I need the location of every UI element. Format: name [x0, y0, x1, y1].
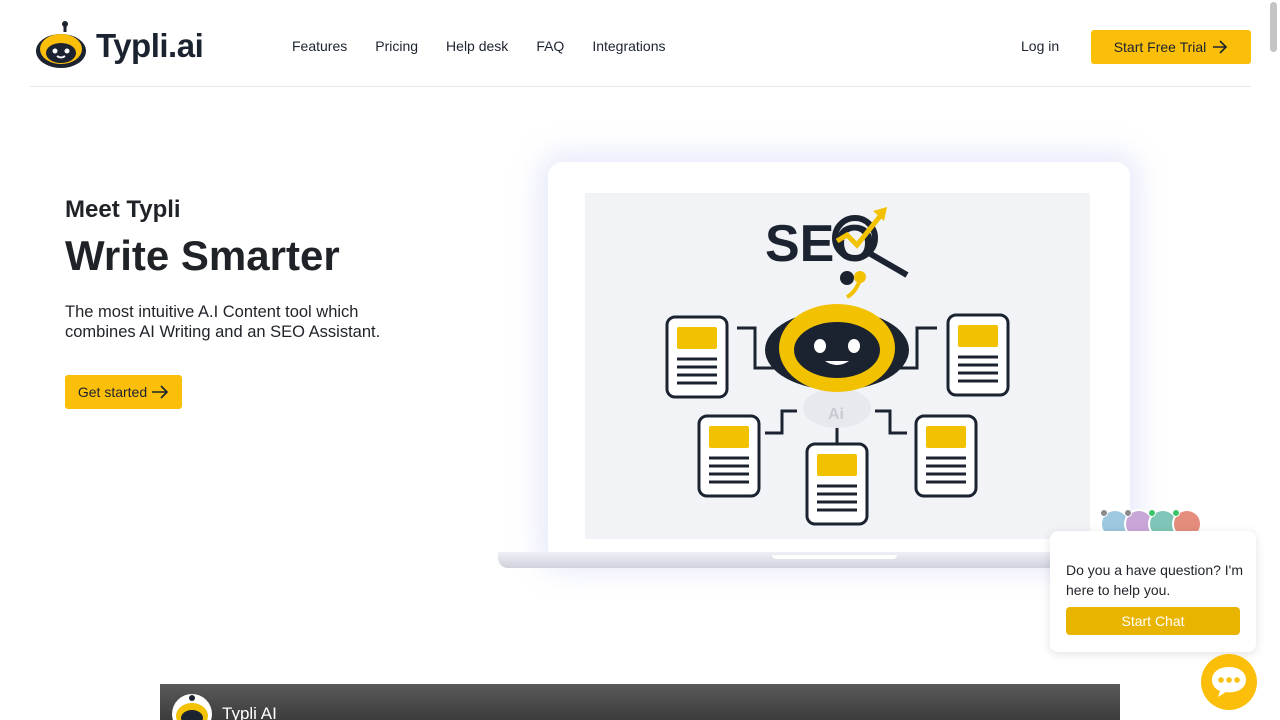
- laptop-notch: [772, 555, 897, 559]
- channel-avatar: [172, 694, 212, 720]
- video-player[interactable]: Typli AI: [160, 684, 1120, 720]
- brand-name: Typli.ai: [96, 27, 204, 64]
- hero-description: The most intuitive A.I Content tool whic…: [65, 303, 381, 341]
- video-title: Typli AI: [222, 704, 277, 720]
- document-icon-4: [805, 442, 869, 526]
- site-header: Typli.ai Features Pricing Help desk FAQ …: [30, 0, 1251, 87]
- nav-help-desk[interactable]: Help desk: [446, 38, 508, 54]
- start-free-trial-button[interactable]: Start Free Trial: [1091, 30, 1251, 64]
- chat-message: Do you a have question? I'm here to help…: [1066, 562, 1244, 598]
- robot-label: Ai: [828, 406, 844, 423]
- trial-button-label: Start Free Trial: [1113, 39, 1207, 55]
- chat-launcher-button[interactable]: [1201, 654, 1257, 710]
- document-icon-3: [697, 414, 761, 498]
- hero-headline: Write Smarter: [65, 232, 340, 279]
- start-chat-button[interactable]: Start Chat: [1066, 607, 1240, 635]
- chat-popup: Do you a have question? I'm here to help…: [1050, 531, 1256, 652]
- page-scrollbar[interactable]: [1267, 0, 1280, 720]
- get-started-label: Get started: [77, 384, 148, 400]
- robot-avatar-icon: [176, 695, 208, 720]
- robot-mascot: Ai: [765, 271, 909, 428]
- hero-eyebrow: Meet Typli: [65, 196, 181, 223]
- nav-faq[interactable]: FAQ: [536, 38, 564, 54]
- arrow-right-icon: [1213, 40, 1228, 54]
- nav-integrations[interactable]: Integrations: [592, 38, 665, 54]
- main-nav: Features Pricing Help desk FAQ Integrati…: [292, 38, 666, 54]
- arrow-right-icon: [152, 385, 169, 399]
- document-icon-5: [914, 414, 978, 498]
- seo-illustration: SEO Ai: [665, 207, 1010, 526]
- chat-bubble-icon: [1212, 667, 1246, 697]
- scroll-thumb[interactable]: [1270, 2, 1277, 52]
- brand-logo[interactable]: Typli.ai: [34, 20, 204, 72]
- robot-logo-icon: [36, 21, 86, 68]
- login-link[interactable]: Log in: [1021, 38, 1059, 54]
- document-icon-2: [946, 313, 1010, 397]
- document-icon-1: [665, 315, 729, 399]
- get-started-button[interactable]: Get started: [65, 375, 182, 409]
- nav-features[interactable]: Features: [292, 38, 347, 54]
- nav-pricing[interactable]: Pricing: [375, 38, 418, 54]
